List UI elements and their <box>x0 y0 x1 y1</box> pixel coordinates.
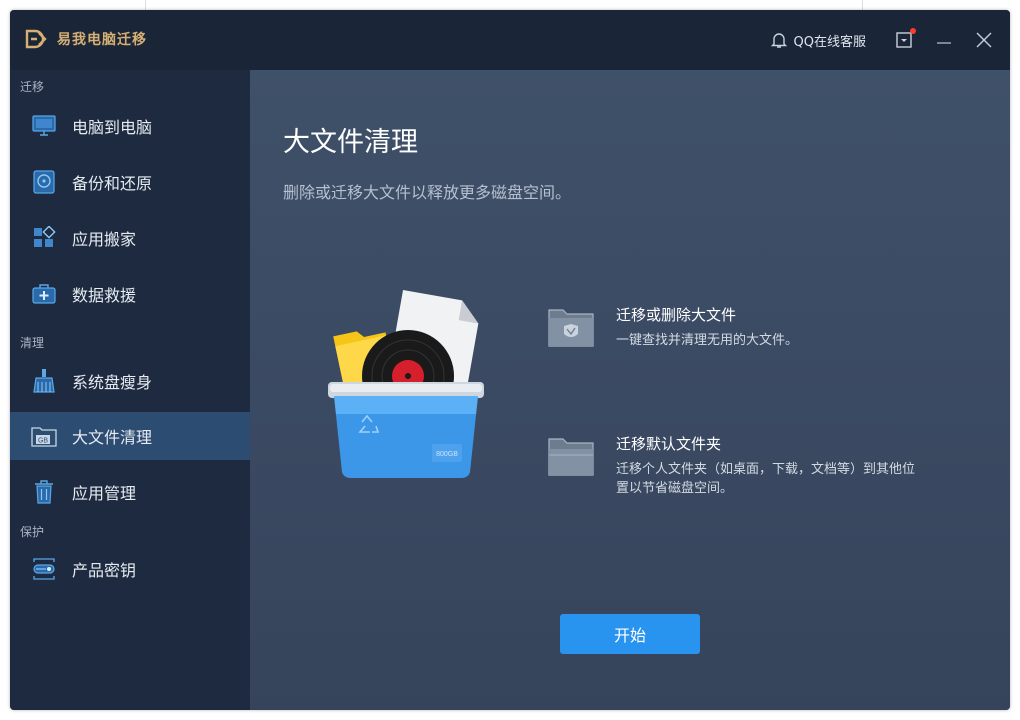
feature-move-default-folders: 迁移默认文件夹 迁移个人文件夹（如桌面，下载，文档等）到其他位置以节省磁盘空间。 <box>546 433 916 498</box>
gb-folder-icon: GB <box>30 422 58 450</box>
title-bar: 易我电脑迁移 QQ在线客服 <box>10 10 1010 70</box>
minimize-button[interactable] <box>924 20 964 60</box>
svg-text:GB: GB <box>38 438 48 445</box>
start-button[interactable]: 开始 <box>560 614 700 654</box>
section-header-protect: 保护 <box>20 525 45 539</box>
close-icon <box>976 32 992 48</box>
disk-backup-icon <box>30 168 58 196</box>
sidebar-item-large-file-cleanup[interactable]: GB 大文件清理 <box>10 412 250 460</box>
sidebar-item-app-migration[interactable]: 应用搬家 <box>10 214 250 262</box>
sidebar-item-label: 数据救援 <box>72 286 137 305</box>
feature-move-delete: 迁移或删除大文件 一键查找并清理无用的大文件。 <box>546 304 916 350</box>
sidebar-item-system-slim[interactable]: 系统盘瘦身 <box>10 357 250 405</box>
notifications-button[interactable] <box>884 20 924 60</box>
section-header-clean: 清理 <box>20 336 45 350</box>
folder-shield-icon <box>546 304 596 348</box>
bin-capacity-label: 800GB <box>436 451 458 458</box>
sidebar-item-app-management[interactable]: 应用管理 <box>10 468 250 516</box>
rescue-kit-icon <box>30 280 58 308</box>
feature-title: 迁移默认文件夹 <box>616 435 722 453</box>
sidebar-item-product-key[interactable]: 产品密钥 <box>10 545 250 593</box>
section-header-migrate: 迁移 <box>20 80 45 94</box>
large-files-bin-illustration: 800GB <box>328 289 484 479</box>
bell-icon <box>770 33 787 48</box>
sidebar-item-label: 系统盘瘦身 <box>72 373 153 392</box>
feature-description: 一键查找并清理无用的大文件。 <box>616 333 799 348</box>
sidebar-item-label: 备份和还原 <box>72 174 153 193</box>
background-line <box>862 0 863 10</box>
inbox-download-icon <box>896 32 912 48</box>
logo-icon <box>25 29 47 49</box>
app-window: 易我电脑迁移 QQ在线客服 迁移 电脑到电脑 备份和还原 应用搬家 数据救援 清… <box>10 10 1010 710</box>
page-title: 大文件清理 <box>283 127 418 158</box>
feature-title: 迁移或删除大文件 <box>616 306 737 324</box>
monitor-icon <box>30 112 58 140</box>
page-subtitle: 删除或迁移大文件以释放更多磁盘空间。 <box>283 183 572 202</box>
qq-support-label: QQ在线客服 <box>793 34 866 50</box>
main-panel: 大文件清理 删除或迁移大文件以释放更多磁盘空间。 800GB 迁移或删除大文件 … <box>250 70 1010 710</box>
folder-icon <box>546 433 596 477</box>
app-title: 易我电脑迁移 <box>57 32 147 48</box>
sidebar-item-data-rescue[interactable]: 数据救援 <box>10 270 250 318</box>
feature-description: 迁移个人文件夹（如桌面，下载，文档等）到其他位置以节省磁盘空间。 <box>616 462 916 496</box>
sidebar-item-label: 应用管理 <box>72 484 137 503</box>
minimize-icon <box>937 42 951 44</box>
close-button[interactable] <box>964 20 1004 60</box>
background-line <box>145 0 146 10</box>
sidebar-item-pc-to-pc[interactable]: 电脑到电脑 <box>10 102 250 150</box>
trash-icon <box>30 478 58 506</box>
apps-move-icon <box>30 224 58 252</box>
sidebar-item-label: 电脑到电脑 <box>72 118 153 137</box>
qq-support-link[interactable]: QQ在线客服 <box>770 31 866 50</box>
key-icon <box>30 555 58 583</box>
sidebar-item-label: 大文件清理 <box>72 428 153 447</box>
sidebar-item-backup-restore[interactable]: 备份和还原 <box>10 158 250 206</box>
sidebar-item-label: 产品密钥 <box>72 561 137 580</box>
sidebar: 迁移 电脑到电脑 备份和还原 应用搬家 数据救援 清理 系统盘瘦身 GB 大文件… <box>10 70 250 710</box>
title-bar-controls: QQ在线客服 <box>770 10 1010 70</box>
notification-dot <box>910 28 916 34</box>
app-logo: 易我电脑迁移 <box>25 29 147 49</box>
broom-icon <box>30 367 58 395</box>
sidebar-item-label: 应用搬家 <box>72 230 137 249</box>
